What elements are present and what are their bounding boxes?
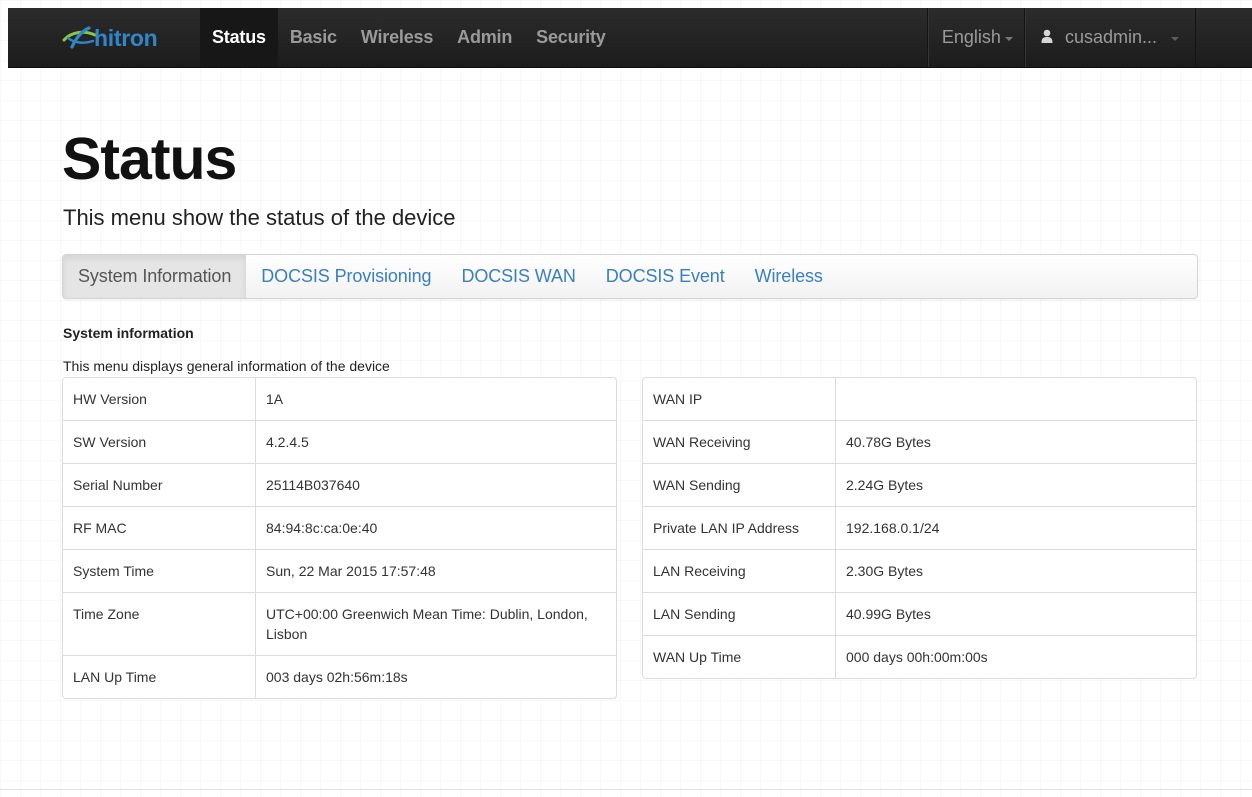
tab-docsis-event[interactable]: DOCSIS Event <box>591 255 740 298</box>
nav-item-security[interactable]: Security <box>524 8 617 67</box>
row-label: Time Zone <box>63 592 256 655</box>
row-value <box>836 378 1196 420</box>
row-label: WAN IP <box>643 378 836 420</box>
table-row: LAN Up Time 003 days 02h:56m:18s <box>63 655 616 698</box>
table-row: SW Version 4.2.4.5 <box>63 420 616 463</box>
row-label: WAN Sending <box>643 463 836 506</box>
row-label: LAN Receiving <box>643 549 836 592</box>
row-value: 40.99G Bytes <box>836 592 1196 635</box>
row-label: HW Version <box>63 378 256 420</box>
table-row: LAN Receiving 2.30G Bytes <box>643 549 1196 592</box>
brand-name: hitron <box>94 24 158 51</box>
row-label: LAN Sending <box>643 592 836 635</box>
tab-docsis-wan[interactable]: DOCSIS WAN <box>446 255 590 298</box>
table-row: Time Zone UTC+00:00 Greenwich Mean Time:… <box>63 592 616 655</box>
table-row: WAN Up Time 000 days 00h:00m:00s <box>643 635 1196 678</box>
row-value: 2.24G Bytes <box>836 463 1196 506</box>
row-label: WAN Receiving <box>643 420 836 463</box>
section-heading: System information <box>63 325 194 341</box>
caret-down-icon <box>1171 36 1179 41</box>
row-value: 003 days 02h:56m:18s <box>256 655 616 698</box>
tab-system-information[interactable]: System Information <box>63 255 247 298</box>
table-row: WAN Sending 2.24G Bytes <box>643 463 1196 506</box>
row-value: 25114B037640 <box>256 463 616 506</box>
page-title: Status <box>62 126 237 192</box>
row-label: Serial Number <box>63 463 256 506</box>
tab-wireless[interactable]: Wireless <box>740 255 838 298</box>
nav-item-status[interactable]: Status <box>200 8 278 67</box>
footer-divider <box>0 789 1252 790</box>
tab-docsis-provisioning[interactable]: DOCSIS Provisioning <box>246 255 446 298</box>
table-row: RF MAC 84:94:8c:ca:0e:40 <box>63 506 616 549</box>
top-navbar: hitron Status Basic Wireless Admin Secur… <box>8 8 1252 68</box>
user-icon <box>1041 29 1053 43</box>
row-value: 000 days 00h:00m:00s <box>836 635 1196 678</box>
language-label: English <box>941 27 1001 47</box>
language-dropdown[interactable]: English <box>926 8 1024 67</box>
network-info-table: WAN IP WAN Receiving 40.78G Bytes WAN Se… <box>642 377 1197 679</box>
table-row: HW Version 1A <box>63 378 616 420</box>
hitron-swoosh-icon <box>62 26 96 49</box>
section-description: This menu displays general information o… <box>63 358 390 374</box>
user-menu[interactable]: cusadmin... <box>1023 8 1196 67</box>
table-row: WAN IP <box>643 378 1196 420</box>
system-info-table: HW Version 1A SW Version 4.2.4.5 Serial … <box>62 377 617 699</box>
table-row: LAN Sending 40.99G Bytes <box>643 592 1196 635</box>
row-value: 84:94:8c:ca:0e:40 <box>256 506 616 549</box>
row-value: 1A <box>266 391 284 407</box>
row-value: 40.78G Bytes <box>836 420 1196 463</box>
row-label: RF MAC <box>63 506 256 549</box>
page-subtitle: This menu show the status of the device <box>63 205 456 230</box>
row-label: Private LAN IP Address <box>643 506 836 549</box>
nav-item-wireless[interactable]: Wireless <box>349 8 445 67</box>
nav-item-admin[interactable]: Admin <box>445 8 524 67</box>
brand-logo[interactable]: hitron <box>62 24 158 52</box>
row-label: WAN Up Time <box>643 635 836 678</box>
table-row: Private LAN IP Address 192.168.0.1/24 <box>643 506 1196 549</box>
nav-right: English cusadmin... <box>926 8 1196 67</box>
row-label: System Time <box>63 549 256 592</box>
main-nav: Status Basic Wireless Admin Security <box>200 8 618 67</box>
caret-down-icon <box>1004 36 1013 41</box>
status-tabs: System Information DOCSIS Provisioning D… <box>62 254 1198 299</box>
row-label: LAN Up Time <box>63 655 256 698</box>
user-name: cusadmin... <box>1064 27 1157 47</box>
row-value: 4.2.4.5 <box>256 420 616 463</box>
row-value: 2.30G Bytes <box>836 549 1196 592</box>
table-row: Serial Number 25114B037640 <box>63 463 616 506</box>
row-value: UTC+00:00 Greenwich Mean Time: Dublin, L… <box>256 592 616 655</box>
row-value: Sun, 22 Mar 2015 17:57:48 <box>256 549 616 592</box>
row-value: 192.168.0.1/24 <box>836 506 1196 549</box>
nav-item-basic[interactable]: Basic <box>278 8 349 67</box>
table-row: System Time Sun, 22 Mar 2015 17:57:48 <box>63 549 616 592</box>
row-label: SW Version <box>63 420 256 463</box>
table-row: WAN Receiving 40.78G Bytes <box>643 420 1196 463</box>
